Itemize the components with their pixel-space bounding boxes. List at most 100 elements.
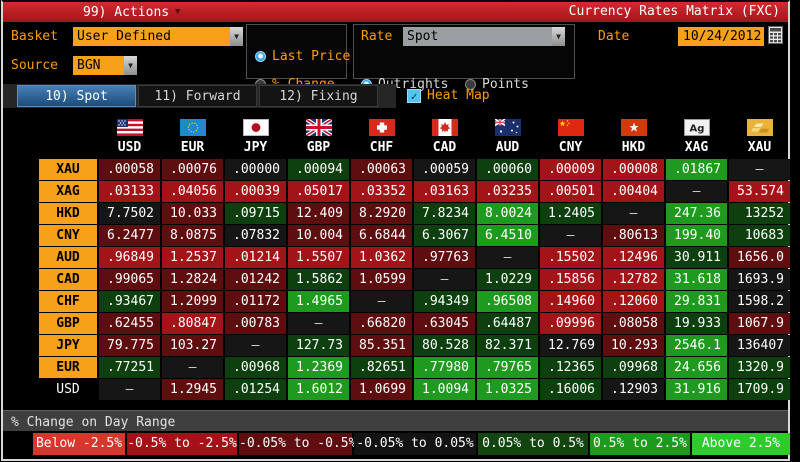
rate-cell-chf-hkd[interactable]: .12060 <box>603 291 664 312</box>
rate-dropdown[interactable]: Spot ▼ <box>403 27 565 46</box>
rate-cell-cny-xau[interactable]: 10683 <box>729 225 790 246</box>
rate-cell-cad-xau[interactable]: 1693.9 <box>729 269 790 290</box>
rate-cell-chf-xau[interactable]: 1598.2 <box>729 291 790 312</box>
rate-cell-aud-cny[interactable]: .15502 <box>540 247 601 268</box>
row-label-chf[interactable]: CHF <box>39 291 97 312</box>
rate-cell-aud-cad[interactable]: .97763 <box>414 247 475 268</box>
rate-cell-cad-eur[interactable]: 1.2824 <box>162 269 223 290</box>
rate-cell-cad-usd[interactable]: .99065 <box>99 269 160 290</box>
tab-12-fixing[interactable]: 12) Fixing <box>259 85 378 107</box>
rate-cell-eur-chf[interactable]: .82651 <box>351 357 412 378</box>
rate-cell-gbp-aud[interactable]: .64487 <box>477 313 538 334</box>
rate-cell-chf-xag[interactable]: 29.831 <box>666 291 727 312</box>
rate-cell-jpy-cad[interactable]: 80.528 <box>414 335 475 356</box>
source-dropdown[interactable]: BGN ▼ <box>73 56 137 75</box>
rate-cell-xau-jpy[interactable]: .00000 <box>225 159 286 180</box>
rate-cell-eur-aud[interactable]: .79765 <box>477 357 538 378</box>
rate-cell-aud-chf[interactable]: 1.0362 <box>351 247 412 268</box>
rate-cell-aud-jpy[interactable]: .01214 <box>225 247 286 268</box>
rate-cell-gbp-chf[interactable]: .66820 <box>351 313 412 334</box>
rate-cell-hkd-cny[interactable]: 1.2405 <box>540 203 601 224</box>
rate-cell-aud-usd[interactable]: .96849 <box>99 247 160 268</box>
rate-cell-eur-xag[interactable]: 24.656 <box>666 357 727 378</box>
rate-cell-hkd-gbp[interactable]: 12.409 <box>288 203 349 224</box>
rate-cell-gbp-cny[interactable]: .09996 <box>540 313 601 334</box>
rate-cell-gbp-cad[interactable]: .63045 <box>414 313 475 334</box>
rate-cell-xau-gbp[interactable]: .00094 <box>288 159 349 180</box>
rate-cell-xag-usd[interactable]: .03133 <box>99 181 160 202</box>
rate-cell-chf-aud[interactable]: .96508 <box>477 291 538 312</box>
rate-cell-chf-gbp[interactable]: 1.4965 <box>288 291 349 312</box>
row-label-eur[interactable]: EUR <box>39 357 97 378</box>
heat-map-toggle[interactable]: ✓ Heat Map <box>407 88 490 103</box>
rate-cell-eur-gbp[interactable]: 1.2369 <box>288 357 349 378</box>
rate-cell-usd-xag[interactable]: 31.916 <box>666 379 727 400</box>
rate-cell-gbp-jpy[interactable]: .00783 <box>225 313 286 334</box>
row-label-xag[interactable]: XAG <box>39 181 97 202</box>
rate-cell-hkd-cad[interactable]: 7.8234 <box>414 203 475 224</box>
rate-cell-cad-gbp[interactable]: 1.5862 <box>288 269 349 290</box>
rate-cell-cad-hkd[interactable]: .12782 <box>603 269 664 290</box>
rate-cell-usd-gbp[interactable]: 1.6012 <box>288 379 349 400</box>
rate-cell-eur-usd[interactable]: .77251 <box>99 357 160 378</box>
row-label-cad[interactable]: CAD <box>39 269 97 290</box>
rate-cell-xau-cad[interactable]: .00059 <box>414 159 475 180</box>
rate-cell-jpy-chf[interactable]: 85.351 <box>351 335 412 356</box>
rate-cell-aud-gbp[interactable]: 1.5507 <box>288 247 349 268</box>
rate-cell-gbp-xau[interactable]: 1067.9 <box>729 313 790 334</box>
basket-dropdown[interactable]: User Defined ▼ <box>73 27 243 46</box>
rate-cell-usd-jpy[interactable]: .01254 <box>225 379 286 400</box>
calculator-icon[interactable] <box>768 26 783 44</box>
rate-cell-chf-eur[interactable]: 1.2099 <box>162 291 223 312</box>
actions-menu-button[interactable]: 99) Actions ▼ <box>83 5 181 20</box>
rate-cell-hkd-jpy[interactable]: .09715 <box>225 203 286 224</box>
rate-cell-cny-eur[interactable]: 8.0875 <box>162 225 223 246</box>
rate-cell-jpy-eur[interactable]: 103.27 <box>162 335 223 356</box>
rate-cell-cad-aud[interactable]: 1.0229 <box>477 269 538 290</box>
rate-cell-jpy-usd[interactable]: 79.775 <box>99 335 160 356</box>
rate-cell-xag-chf[interactable]: .03352 <box>351 181 412 202</box>
rate-cell-cny-aud[interactable]: 6.4510 <box>477 225 538 246</box>
rate-cell-usd-hkd[interactable]: .12903 <box>603 379 664 400</box>
rate-cell-xag-cny[interactable]: .00501 <box>540 181 601 202</box>
rate-cell-xag-gbp[interactable]: .05017 <box>288 181 349 202</box>
rate-cell-usd-eur[interactable]: 1.2945 <box>162 379 223 400</box>
rate-cell-aud-eur[interactable]: 1.2537 <box>162 247 223 268</box>
rate-cell-jpy-gbp[interactable]: 127.73 <box>288 335 349 356</box>
rate-cell-xag-jpy[interactable]: .00039 <box>225 181 286 202</box>
rate-cell-aud-xag[interactable]: 30.911 <box>666 247 727 268</box>
rate-cell-xag-hkd[interactable]: .00404 <box>603 181 664 202</box>
rate-cell-chf-jpy[interactable]: .01172 <box>225 291 286 312</box>
rate-cell-eur-cny[interactable]: .12365 <box>540 357 601 378</box>
row-label-jpy[interactable]: JPY <box>39 335 97 356</box>
rate-cell-cny-jpy[interactable]: .07832 <box>225 225 286 246</box>
rate-cell-xau-hkd[interactable]: .00008 <box>603 159 664 180</box>
rate-cell-hkd-xag[interactable]: 247.36 <box>666 203 727 224</box>
rate-cell-jpy-aud[interactable]: 82.371 <box>477 335 538 356</box>
rate-cell-cny-usd[interactable]: 6.2477 <box>99 225 160 246</box>
rate-cell-jpy-xag[interactable]: 2546.1 <box>666 335 727 356</box>
rate-cell-jpy-hkd[interactable]: 10.293 <box>603 335 664 356</box>
row-label-xau[interactable]: XAU <box>39 159 97 180</box>
rate-cell-cny-xag[interactable]: 199.40 <box>666 225 727 246</box>
rate-cell-gbp-usd[interactable]: .62455 <box>99 313 160 334</box>
rate-cell-usd-cad[interactable]: 1.0094 <box>414 379 475 400</box>
rate-cell-aud-xau[interactable]: 1656.0 <box>729 247 790 268</box>
rate-cell-hkd-chf[interactable]: 8.2920 <box>351 203 412 224</box>
rate-cell-hkd-usd[interactable]: 7.7502 <box>99 203 160 224</box>
rate-cell-hkd-aud[interactable]: 8.0024 <box>477 203 538 224</box>
rate-cell-cny-gbp[interactable]: 10.004 <box>288 225 349 246</box>
tab-11-forward[interactable]: 11) Forward <box>138 85 257 107</box>
rate-cell-xag-aud[interactable]: .03235 <box>477 181 538 202</box>
rate-cell-eur-xau[interactable]: 1320.9 <box>729 357 790 378</box>
rate-cell-usd-xau[interactable]: 1709.9 <box>729 379 790 400</box>
rate-cell-xau-cny[interactable]: .00009 <box>540 159 601 180</box>
rate-cell-cny-cad[interactable]: 6.3067 <box>414 225 475 246</box>
rate-cell-gbp-hkd[interactable]: .08058 <box>603 313 664 334</box>
rate-cell-xag-cad[interactable]: .03163 <box>414 181 475 202</box>
row-label-aud[interactable]: AUD <box>39 247 97 268</box>
row-label-hkd[interactable]: HKD <box>39 203 97 224</box>
rate-cell-cad-cny[interactable]: .15856 <box>540 269 601 290</box>
rate-cell-cad-chf[interactable]: 1.0599 <box>351 269 412 290</box>
row-label-cny[interactable]: CNY <box>39 225 97 246</box>
